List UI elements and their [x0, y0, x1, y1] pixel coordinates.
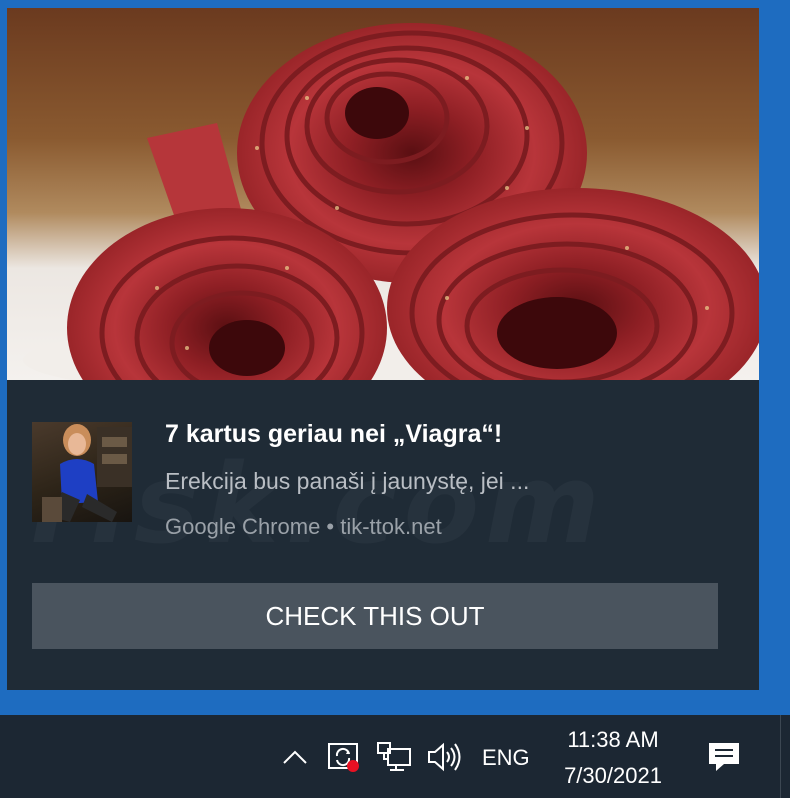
notification-message: Erekcija bus panaši į jaunystę, jei ... [165, 468, 530, 494]
clock-date[interactable]: 7/30/2021 [553, 763, 673, 789]
notification-source: Google Chrome • tik-ttok.net [165, 514, 442, 539]
input-language-indicator[interactable]: ENG [482, 745, 530, 771]
clock-time[interactable]: 11:38 AM [553, 727, 673, 753]
volume-icon[interactable] [426, 739, 462, 775]
chevron-up-icon[interactable] [280, 739, 310, 775]
check-this-out-button[interactable]: CHECK THIS OUT [32, 583, 718, 649]
notification-title: 7 kartus geriau nei „Viagra“! [165, 420, 503, 448]
notification-hero-image[interactable] [7, 8, 759, 380]
taskbar: ENG 11:38 AM 7/30/2021 [0, 715, 790, 798]
sync-alert-icon[interactable] [326, 739, 362, 775]
notification-avatar [32, 422, 132, 522]
network-icon[interactable] [376, 739, 412, 775]
action-center-icon[interactable] [704, 739, 744, 775]
show-desktop-divider[interactable] [780, 715, 781, 798]
